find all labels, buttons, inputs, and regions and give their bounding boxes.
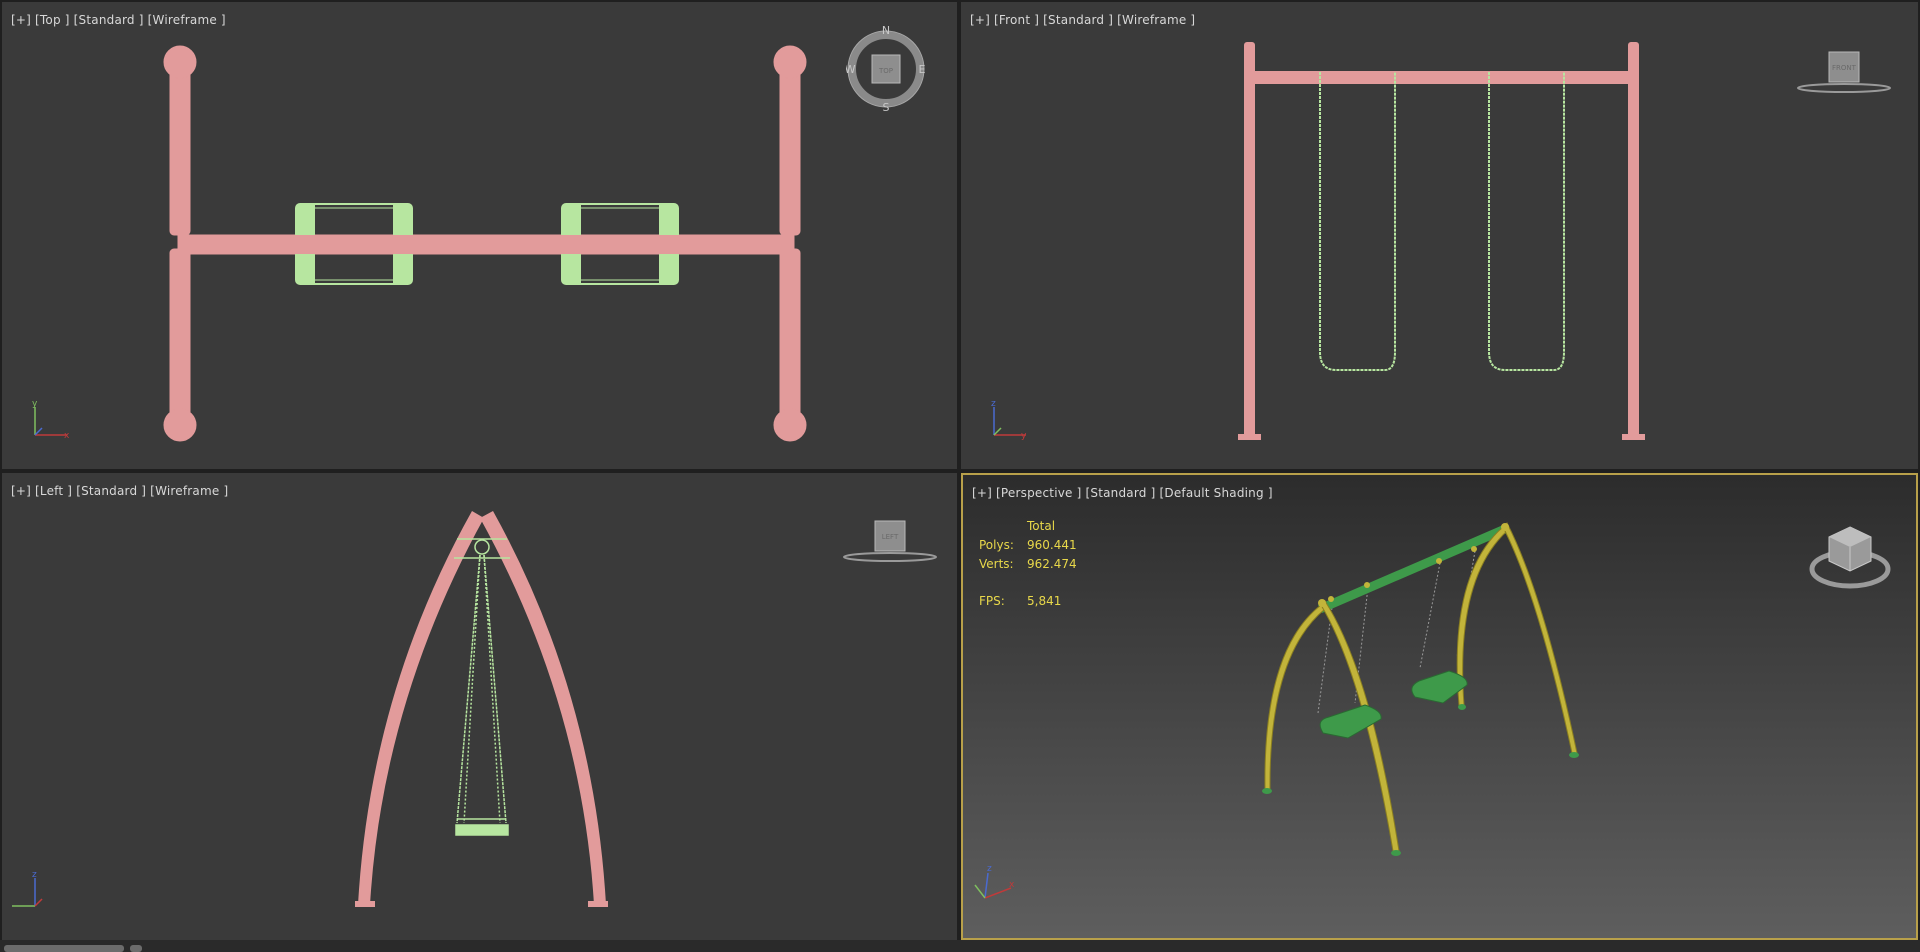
axis-y-label: y (32, 399, 38, 409)
timeline-scrollbar[interactable] (4, 945, 124, 952)
timeline-scroll-button[interactable] (130, 945, 142, 952)
swing-frame-wireframe (355, 511, 608, 907)
svg-text:x: x (1009, 880, 1015, 890)
viewcube-perspective[interactable] (1807, 515, 1893, 593)
viewport-label-top[interactable]: [+] [Top ] [Standard ] [Wireframe ] (11, 13, 226, 27)
right-arch-leg (480, 511, 606, 905)
compass-e: E (919, 63, 926, 76)
svg-text:LEFT: LEFT (882, 533, 899, 541)
viewport-front[interactable]: z y [+] [Front ] [Standard ] [Wireframe … (961, 2, 1918, 469)
stats-header: Total (1027, 519, 1056, 533)
axis-x-label: x (64, 431, 70, 441)
polys-label: Polys: (979, 538, 1014, 552)
right-leg-top (779, 54, 801, 236)
left-post-bottom (163, 408, 197, 442)
verts-label: Verts: (979, 557, 1014, 571)
swing-chain-side (454, 538, 510, 836)
svg-text:y: y (1021, 431, 1027, 441)
left-leg-bottom (169, 248, 191, 425)
verts-value: 962.474 (1027, 557, 1077, 571)
compass-n: N (882, 24, 890, 37)
post-bases (1262, 704, 1579, 856)
viewport-left[interactable]: z [+] [Left ] [Standard ] [Wireframe ] L… (2, 473, 957, 940)
axis-tripod-left (12, 878, 43, 907)
viewcube-top[interactable]: TOP N S W E (846, 24, 926, 112)
viewcube-left[interactable]: LEFT (840, 515, 940, 565)
svg-text:FRONT: FRONT (1832, 64, 1857, 72)
fps-label: FPS: (979, 594, 1005, 608)
svg-text:z: z (991, 399, 996, 409)
svg-text:z: z (987, 864, 992, 874)
stats-overlay: Total Polys: 960.441 Verts: 962.474 FPS: 5,… (979, 519, 1077, 613)
left-post (1244, 42, 1255, 440)
viewport-top[interactable]: y x [+] [Top ] [Standard ] [Wireframe ] … (2, 2, 957, 469)
compass-s: S (883, 101, 890, 112)
right-leg-bottom (779, 248, 801, 425)
svg-text:TOP: TOP (878, 67, 893, 75)
viewport-label-front[interactable]: [+] [Front ] [Standard ] [Wireframe ] (970, 13, 1195, 27)
polys-value: 960.441 (1027, 538, 1077, 552)
viewcube-front[interactable]: FRONT (1794, 46, 1894, 96)
compass-w: W (846, 63, 856, 76)
swing-frame-wireframe (1238, 42, 1645, 440)
seats-shaded (1319, 670, 1468, 739)
left-post-top (163, 45, 197, 79)
left-arch-leg (358, 511, 484, 905)
left-leg-top (169, 54, 191, 236)
swing-chains-wireframe (1319, 72, 1565, 371)
right-post-top (773, 45, 807, 79)
top-view-scene: y x (32, 45, 807, 442)
viewport-perspective[interactable]: z x [+] [Perspective ] [Standard ] [Defa… (961, 473, 1918, 940)
viewport-label-left[interactable]: [+] [Left ] [Standard ] [Wireframe ] (11, 484, 228, 498)
swing-2 (1488, 72, 1565, 371)
swing-1 (1319, 72, 1396, 371)
axis-tripod-top (34, 407, 67, 436)
viewport-label-perspective[interactable]: [+] [Perspective ] [Standard ] [Default … (972, 486, 1273, 500)
fps-value: 5,841 (1027, 594, 1062, 608)
axis-tripod-persp (974, 872, 1012, 899)
seat-side (455, 824, 509, 836)
crossbar (1251, 71, 1631, 84)
left-view-scene: z (12, 511, 608, 907)
right-post (1628, 42, 1639, 440)
perspective-view-scene: z x (974, 522, 1579, 899)
right-post-bottom (773, 408, 807, 442)
bottom-bar (0, 940, 1920, 952)
front-view-scene: z y (991, 42, 1645, 441)
svg-text:z: z (32, 870, 37, 880)
